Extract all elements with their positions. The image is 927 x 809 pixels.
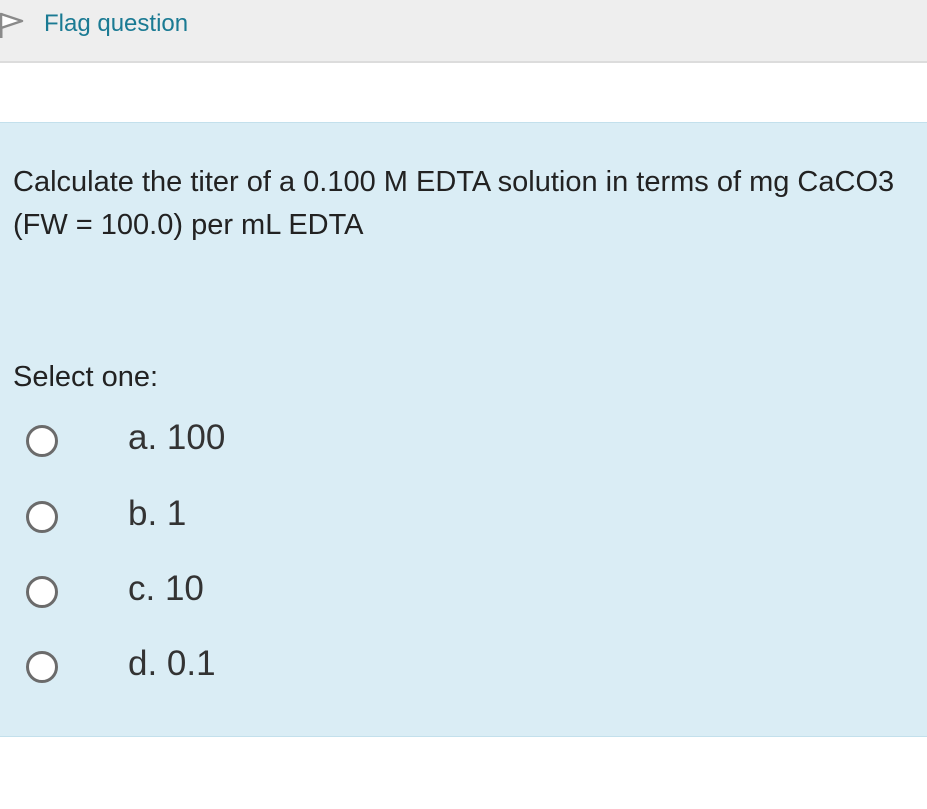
- answer-option-c[interactable]: c. 10: [0, 564, 600, 624]
- radio-button[interactable]: [26, 576, 58, 608]
- answer-option-a[interactable]: a. 100: [0, 413, 600, 473]
- question-box: Calculate the titer of a 0.100 M EDTA so…: [0, 122, 927, 737]
- option-label[interactable]: d. 0.1: [128, 644, 216, 684]
- flag-icon: [0, 12, 24, 38]
- option-label[interactable]: b. 1: [128, 494, 186, 534]
- radio-button[interactable]: [26, 651, 58, 683]
- answer-option-d[interactable]: d. 0.1: [0, 639, 600, 699]
- quiz-page: Flag question Calculate the titer of a 0…: [0, 0, 927, 809]
- option-label[interactable]: a. 100: [128, 418, 225, 458]
- radio-button[interactable]: [26, 501, 58, 533]
- radio-button[interactable]: [26, 425, 58, 457]
- option-label[interactable]: c. 10: [128, 569, 204, 609]
- answer-option-b[interactable]: b. 1: [0, 489, 600, 549]
- flag-bar: Flag question: [0, 0, 927, 63]
- select-one-prompt: Select one:: [13, 361, 159, 393]
- question-text: Calculate the titer of a 0.100 M EDTA so…: [13, 166, 895, 241]
- flag-question-label[interactable]: Flag question: [44, 10, 188, 38]
